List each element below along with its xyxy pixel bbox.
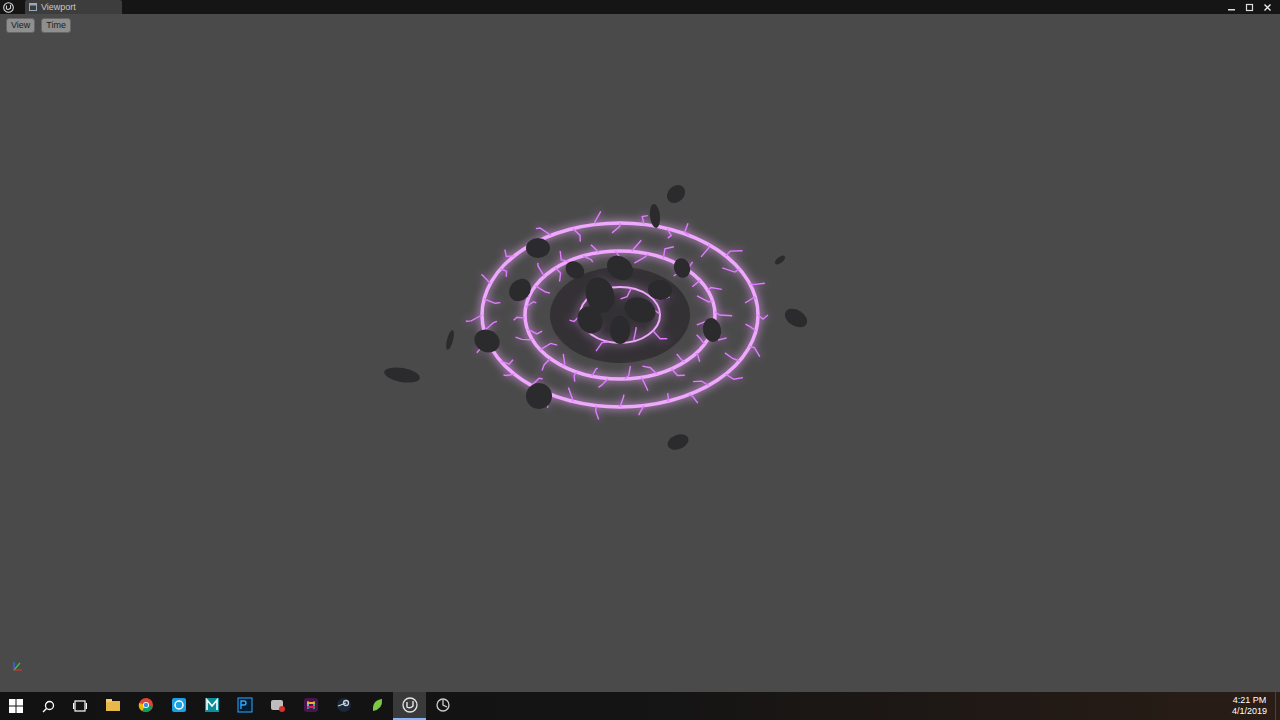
taskbar-app[interactable] <box>162 692 195 720</box>
maya-icon <box>204 697 220 713</box>
taskbar-app[interactable] <box>393 692 426 720</box>
clock-date: 4/1/2019 <box>1232 706 1267 717</box>
viewport-toolbar: View Time <box>0 14 1280 33</box>
viewport-tab-icon <box>29 3 37 11</box>
clock[interactable]: 4:21 PM4/1/2019 <box>1224 692 1275 720</box>
folder-icon <box>105 697 121 713</box>
taskbar-app[interactable] <box>261 692 294 720</box>
tool-icon <box>171 697 187 713</box>
taskbar-app[interactable] <box>294 692 327 720</box>
taskbar-app[interactable] <box>129 692 162 720</box>
unreal-icon <box>402 697 418 713</box>
close-button[interactable] <box>1260 2 1274 13</box>
axis-indicator-icon <box>10 658 26 674</box>
restore-button[interactable] <box>1242 2 1256 13</box>
show-desktop-button[interactable] <box>1275 692 1280 720</box>
search-icon <box>42 700 55 713</box>
taskbar-app[interactable] <box>195 692 228 720</box>
messenger-icon <box>270 697 286 713</box>
particle-effect <box>0 14 1280 692</box>
leaf-icon <box>369 697 385 713</box>
taskbar-app[interactable] <box>327 692 360 720</box>
viewport[interactable]: View Time <box>0 14 1280 692</box>
start-button[interactable] <box>0 692 32 720</box>
viewport-tab[interactable]: Viewport <box>25 0 122 14</box>
slack-icon <box>303 697 319 713</box>
photoshop-icon <box>237 697 253 713</box>
task-view-icon <box>73 700 87 712</box>
clock-time: 4:21 PM <box>1233 695 1267 706</box>
chrome-icon <box>138 697 154 713</box>
screen: Viewport View Time 4:21 PM4/1/2019 <box>0 0 1280 720</box>
minimize-button[interactable] <box>1224 2 1238 13</box>
taskbar-app[interactable] <box>360 692 393 720</box>
toolbar-button[interactable]: View <box>6 18 35 33</box>
taskbar-app[interactable] <box>426 692 459 720</box>
search-button[interactable] <box>32 692 64 720</box>
title-bar: Viewport <box>0 0 1280 14</box>
taskbar-app[interactable] <box>96 692 129 720</box>
window-controls <box>1224 0 1280 14</box>
restore-icon <box>1245 3 1254 12</box>
circle-icon <box>435 697 451 713</box>
minimize-icon <box>1227 3 1236 12</box>
windows-logo-icon <box>9 699 23 713</box>
unreal-logo-icon <box>0 0 16 14</box>
steam-icon <box>336 697 352 713</box>
taskbar-app[interactable] <box>228 692 261 720</box>
task-view-button[interactable] <box>64 692 96 720</box>
toolbar-button[interactable]: Time <box>41 18 71 33</box>
close-icon <box>1263 3 1272 12</box>
taskbar: 4:21 PM4/1/2019 <box>0 692 1280 720</box>
